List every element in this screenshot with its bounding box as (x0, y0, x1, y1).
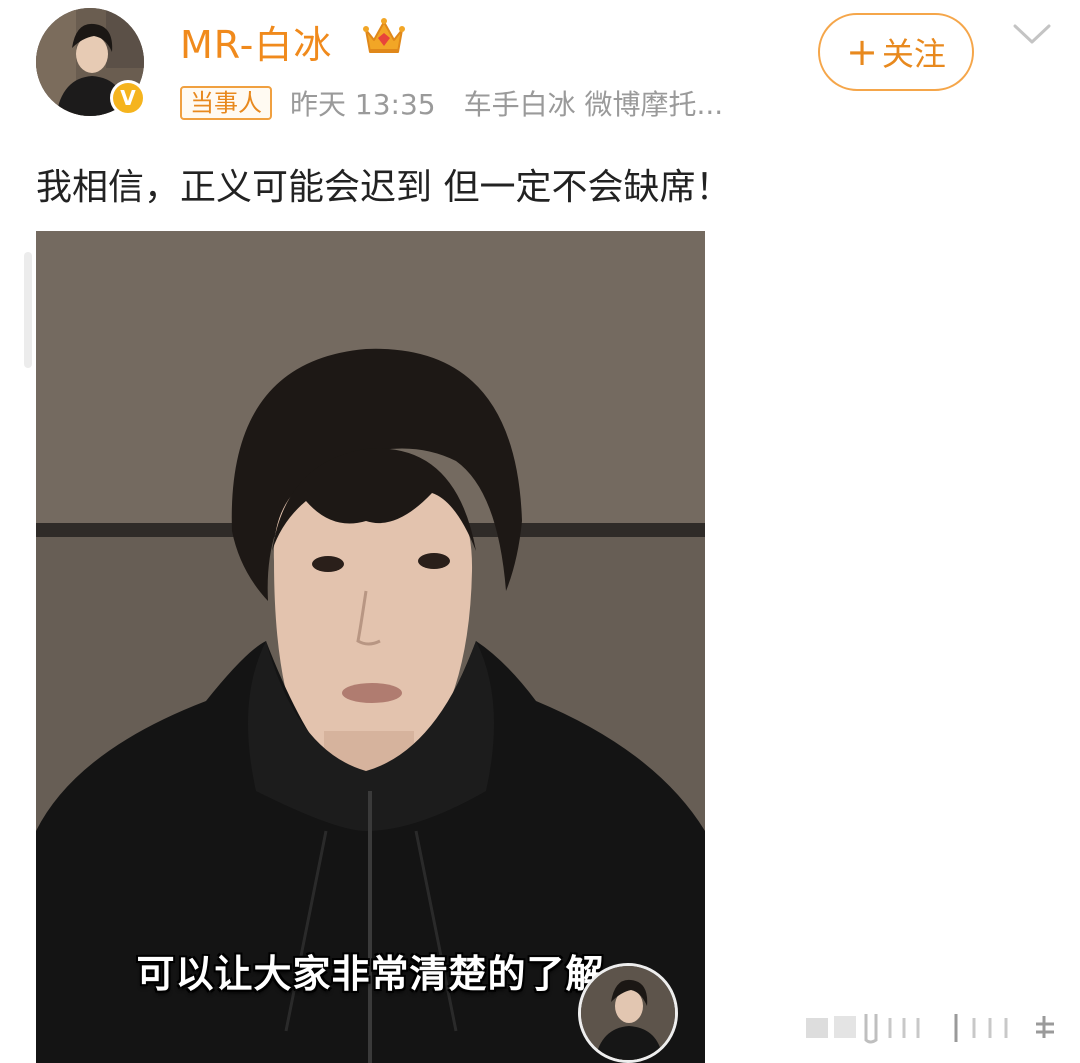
watermark (806, 1014, 1054, 1044)
author-pip-avatar (578, 963, 678, 1063)
scroll-edge (24, 252, 32, 368)
chevron-down-icon[interactable] (1012, 22, 1052, 48)
post-text: 我相信，正义可能会迟到 但一定不会缺席！ (36, 167, 732, 208)
post-source[interactable]: 车手白冰 微博摩托... (464, 83, 724, 123)
plus-icon: + (846, 30, 878, 74)
post-meta: 当事人 昨天 13:35 车手白冰 微博摩托... (180, 84, 723, 122)
video-player[interactable]: 可以让大家非常清楚的了解 (36, 231, 705, 1063)
crown-icon (363, 18, 405, 53)
follow-button[interactable]: + 关注 (818, 13, 974, 91)
verified-v-icon: V (110, 80, 146, 116)
follow-label: 关注 (881, 35, 946, 73)
participant-badge: 当事人 (180, 86, 272, 120)
post-timestamp: 昨天 13:35 (290, 88, 436, 121)
author-name[interactable]: MR-白冰 (180, 14, 332, 69)
pip-avatar-image (581, 966, 675, 1060)
video-frame (36, 231, 705, 1063)
